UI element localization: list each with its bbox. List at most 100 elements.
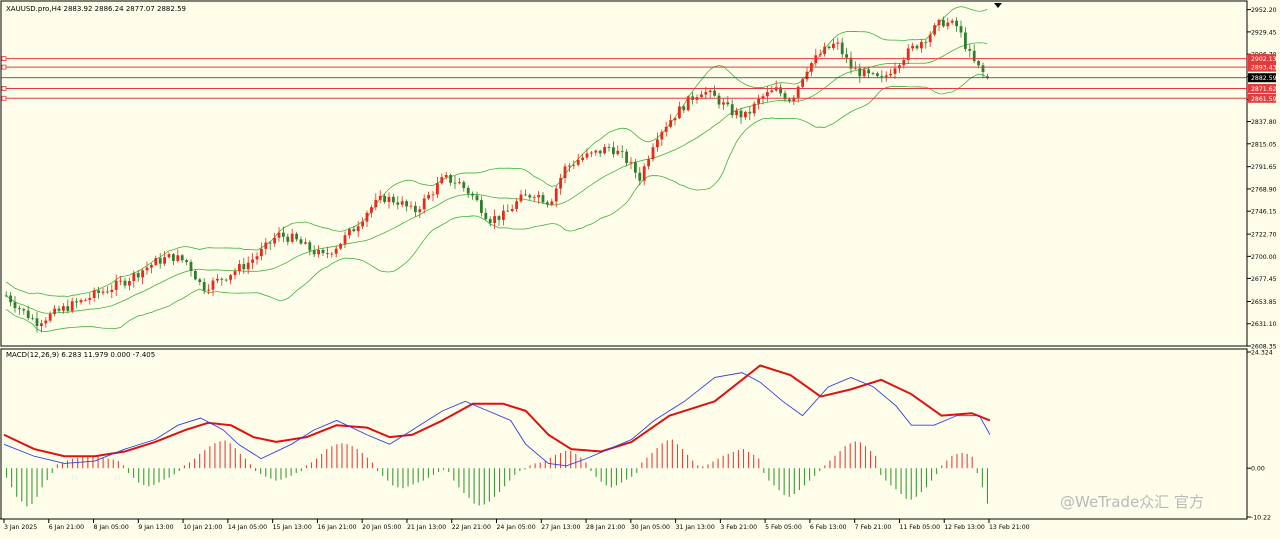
candle-body bbox=[911, 45, 914, 49]
candle-body bbox=[735, 110, 738, 116]
candle-body bbox=[326, 253, 329, 254]
candle-body bbox=[387, 196, 391, 202]
candle-body bbox=[612, 147, 615, 155]
candle-body bbox=[35, 318, 39, 327]
main-pane-frame bbox=[0, 0, 1248, 347]
candle-body bbox=[128, 281, 131, 286]
candle-body bbox=[343, 235, 347, 244]
candle-body bbox=[510, 208, 514, 211]
candle-body bbox=[493, 216, 496, 223]
candle-body bbox=[717, 95, 721, 105]
candle-body bbox=[669, 120, 672, 127]
candle-body bbox=[977, 61, 980, 66]
candle-body bbox=[836, 42, 840, 44]
macd-main-line bbox=[3, 372, 991, 467]
candle-body bbox=[356, 226, 360, 232]
price-tick-label: 2700.00 bbox=[1251, 254, 1277, 261]
candle-body bbox=[172, 254, 175, 261]
candle-body bbox=[339, 243, 342, 249]
candle-body bbox=[255, 256, 259, 260]
price-tick-label: 2952.20 bbox=[1251, 7, 1277, 14]
candle-body bbox=[282, 232, 285, 237]
time-tick-label: 7 Feb 21:00 bbox=[855, 524, 892, 531]
time-tick-label: 11 Feb 05:00 bbox=[899, 524, 940, 531]
watermark: @WeTrade众汇 官方 bbox=[1060, 493, 1204, 511]
candle-body bbox=[642, 166, 646, 181]
candle-body bbox=[673, 118, 677, 121]
candle-body bbox=[321, 249, 325, 254]
candle-body bbox=[488, 219, 492, 223]
candle-body bbox=[9, 295, 12, 303]
candle-body bbox=[202, 281, 206, 291]
price-tick-label: 2815.05 bbox=[1251, 141, 1277, 148]
time-tick-label: 27 Jan 13:00 bbox=[541, 524, 580, 531]
chart-shift-triangle-icon[interactable] bbox=[994, 3, 1002, 8]
candle-body bbox=[88, 297, 92, 300]
candle-body bbox=[277, 232, 281, 238]
candle-body bbox=[273, 237, 276, 244]
candle-body bbox=[739, 110, 743, 118]
candle-body bbox=[722, 102, 725, 105]
candle-body bbox=[854, 68, 857, 70]
horizontal-lines[interactable]: 2902.13 2893.43 2871.62 2861.59 2882.59 bbox=[1, 54, 1277, 103]
candle-body bbox=[361, 221, 364, 227]
candle-body bbox=[40, 323, 43, 327]
candle-body bbox=[590, 152, 593, 154]
candle-body bbox=[365, 212, 369, 222]
price-tick-label: 2631.10 bbox=[1251, 321, 1277, 328]
candle-body bbox=[167, 254, 171, 258]
candle-body bbox=[396, 202, 400, 205]
candle-body bbox=[141, 270, 144, 278]
candle-body bbox=[295, 233, 298, 240]
candle-body bbox=[145, 267, 149, 271]
horizontal-line-price-label: 2861.59 bbox=[1251, 96, 1277, 103]
candle-body bbox=[700, 94, 703, 98]
candle-body bbox=[57, 308, 61, 311]
time-tick-label: 24 Jan 05:00 bbox=[497, 524, 536, 531]
candle-body bbox=[660, 131, 664, 140]
candle-body bbox=[132, 273, 136, 282]
candle-body bbox=[581, 157, 584, 160]
horizontal-line-handle bbox=[1, 56, 7, 62]
candle-body bbox=[18, 308, 21, 310]
candle-body bbox=[955, 20, 958, 27]
chart-canvas[interactable]: 2952.202929.452906.702883.952860.302837.… bbox=[0, 0, 1280, 535]
current-price-label: 2882.59 bbox=[1251, 75, 1277, 82]
candle-body bbox=[801, 79, 804, 87]
candle-body bbox=[436, 183, 439, 195]
candle-body bbox=[405, 201, 408, 207]
candle-body bbox=[348, 229, 351, 236]
candle-body bbox=[942, 19, 945, 27]
macd-signal-line bbox=[3, 364, 991, 458]
candle-body bbox=[862, 69, 866, 77]
candle-body bbox=[31, 318, 34, 319]
candle-body bbox=[884, 75, 888, 77]
candle-body bbox=[497, 216, 501, 220]
candle-body bbox=[79, 300, 83, 303]
price-tick-label: 2746.15 bbox=[1251, 209, 1277, 216]
candle-body bbox=[392, 196, 395, 203]
candle-body bbox=[937, 19, 941, 26]
candle-body bbox=[647, 159, 650, 167]
candle-body bbox=[726, 102, 730, 105]
time-tick-label: 8 Jan 05:00 bbox=[94, 524, 129, 531]
candle-body bbox=[946, 22, 950, 27]
candle-body bbox=[70, 301, 74, 311]
candle-body bbox=[418, 209, 422, 213]
candle-body bbox=[933, 25, 936, 35]
candle-body bbox=[330, 253, 334, 255]
candle-body bbox=[409, 205, 413, 207]
candle-body bbox=[44, 320, 48, 324]
candle-body bbox=[704, 92, 708, 95]
candle-body bbox=[286, 236, 290, 242]
candle-body bbox=[515, 201, 518, 209]
candle-body bbox=[823, 46, 826, 55]
candle-body bbox=[238, 264, 241, 272]
candle-body bbox=[766, 92, 769, 97]
candle-body bbox=[136, 273, 140, 278]
candle-body bbox=[484, 212, 488, 220]
candle-body bbox=[176, 255, 180, 261]
candle-body bbox=[110, 289, 114, 292]
candle-body bbox=[748, 111, 752, 114]
candle-body bbox=[414, 205, 417, 213]
